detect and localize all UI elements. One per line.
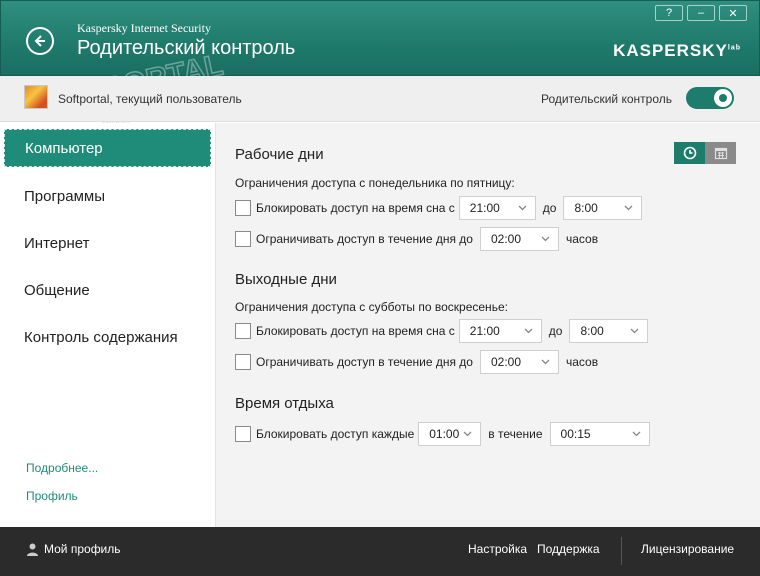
calendar-view-button[interactable] [705, 142, 736, 164]
sidebar-item-internet[interactable]: Интернет [0, 214, 215, 261]
workdays-daily-unit: часов [565, 232, 599, 246]
rest-every-select[interactable]: 01:00 [418, 422, 482, 446]
workdays-daily-row: Ограничивать доступ в течение дня до 02:… [235, 227, 605, 251]
workdays-sleep-label: Блокировать доступ на время сна с [256, 201, 455, 215]
user-icon [27, 543, 38, 556]
clock-view-button[interactable] [674, 142, 705, 164]
rest-label: Блокировать доступ каждые [256, 427, 415, 441]
sidebar-links: Подробнее... Профиль [26, 461, 98, 517]
help-button[interactable]: ? [655, 5, 683, 21]
workdays-sleep-checkbox[interactable] [235, 200, 251, 216]
minimize-button[interactable]: – [687, 5, 715, 21]
chevron-down-icon [541, 359, 550, 365]
parental-control-toggle[interactable] [686, 87, 734, 109]
app-name: Kaspersky Internet Security [77, 21, 211, 35]
workdays-subtitle: Ограничения доступа с понедельника по пя… [235, 176, 515, 190]
clock-icon [683, 146, 696, 160]
licensing-link[interactable]: Лицензирование [641, 542, 734, 556]
user-avatar [24, 85, 48, 109]
back-button[interactable] [26, 27, 54, 55]
weekend-sleep-row: Блокировать доступ на время сна с 21:00 … [235, 319, 649, 343]
settings-link[interactable]: Настройка [468, 542, 527, 556]
chevron-down-icon [541, 236, 550, 242]
chevron-down-icon [625, 205, 633, 211]
weekend-daily-label: Ограничивать доступ в течение дня до [256, 355, 473, 369]
title-bar: Kaspersky Internet Security Родительский… [0, 0, 760, 76]
workdays-sleep-from-select[interactable]: 21:00 [458, 196, 536, 220]
page-title: Родительский контроль [77, 37, 296, 59]
chevron-down-icon [463, 431, 472, 437]
weekend-title: Выходные дни [235, 271, 337, 288]
toggle-knob [714, 89, 732, 107]
profile-link[interactable]: Профиль [26, 489, 98, 503]
user-bar: Softportal, текущий пользователь Родител… [0, 76, 760, 122]
weekend-sleep-from-select[interactable]: 21:00 [458, 319, 542, 343]
workdays-daily-label: Ограничивать доступ в течение дня до [256, 232, 473, 246]
current-user-label: Softportal, текущий пользователь [58, 92, 242, 106]
sidebar-item-programs[interactable]: Программы [0, 167, 215, 214]
weekend-subtitle: Ограничения доступа с субботы по воскрес… [235, 300, 508, 314]
calendar-icon [714, 147, 727, 160]
chevron-down-icon [518, 205, 527, 211]
sidebar-item-communication[interactable]: Общение [0, 261, 215, 308]
chevron-down-icon [632, 431, 640, 437]
weekend-sleep-checkbox[interactable] [235, 323, 251, 339]
sidebar-item-computer[interactable]: Компьютер [4, 129, 211, 167]
view-toggle [674, 142, 736, 164]
workdays-daily-select[interactable]: 02:00 [479, 227, 559, 251]
more-link[interactable]: Подробнее... [26, 461, 98, 475]
support-link[interactable]: Поддержка [537, 542, 600, 556]
weekend-sleep-to-label: до [548, 324, 563, 338]
weekend-sleep-label: Блокировать доступ на время сна с [256, 324, 455, 338]
chevron-down-icon [631, 328, 639, 334]
chevron-down-icon [524, 328, 533, 334]
arrow-left-icon [34, 35, 45, 47]
window-controls: ? – ✕ [655, 5, 747, 21]
kaspersky-logo: KASPERSKYlab [613, 41, 741, 60]
weekend-daily-select[interactable]: 02:00 [479, 350, 559, 374]
weekend-daily-row: Ограничивать доступ в течение дня до 02:… [235, 350, 605, 374]
my-profile-label: Мой профиль [44, 542, 121, 556]
rest-title: Время отдыха [235, 395, 334, 412]
rest-checkbox[interactable] [235, 426, 251, 442]
weekend-daily-unit: часов [565, 355, 599, 369]
my-profile-button[interactable]: Мой профиль [26, 542, 121, 556]
footer-divider [621, 537, 622, 565]
workdays-daily-checkbox[interactable] [235, 231, 251, 247]
rest-duration-select[interactable]: 00:15 [549, 422, 650, 446]
workdays-sleep-to-label: до [542, 201, 557, 215]
sidebar: Компьютер Программы Интернет Общение Кон… [0, 123, 216, 527]
rest-for-label: в течение [488, 427, 543, 441]
workdays-title: Рабочие дни [235, 146, 324, 163]
footer: Мой профиль Настройка Поддержка Лицензир… [0, 527, 760, 576]
weekend-sleep-to-select[interactable]: 8:00 [569, 319, 649, 343]
parental-control-label: Родительский контроль [541, 92, 672, 106]
weekend-daily-checkbox[interactable] [235, 354, 251, 370]
close-button[interactable]: ✕ [719, 5, 747, 21]
workdays-sleep-to-select[interactable]: 8:00 [563, 196, 643, 220]
rest-row: Блокировать доступ каждые 01:00 в течени… [235, 422, 650, 446]
main-panel: Рабочие дни Ограничения доступа с понеде… [216, 123, 760, 527]
sidebar-item-content-control[interactable]: Контроль содержания [0, 308, 215, 355]
workdays-sleep-row: Блокировать доступ на время сна с 21:00 … [235, 196, 643, 220]
